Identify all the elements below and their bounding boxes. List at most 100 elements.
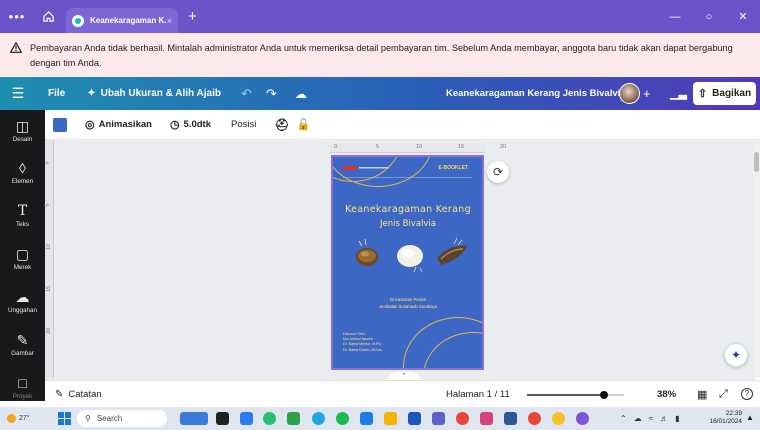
- layout-icon: ◫: [15, 118, 30, 134]
- chrome-icon[interactable]: [552, 412, 565, 425]
- browser-tab-bar: ••• Keanekaragaman K... × + — ○ ✕: [0, 0, 760, 33]
- hamburger-menu-icon[interactable]: ☰: [0, 85, 36, 102]
- background-color-swatch[interactable]: [53, 117, 67, 132]
- weather-widget[interactable]: 27°: [7, 414, 30, 423]
- cloud-sync-icon[interactable]: ☁: [295, 87, 307, 101]
- notes-button[interactable]: ✎ Catatan: [55, 389, 102, 400]
- grid-view-icon[interactable]: ▦: [697, 388, 707, 401]
- browser-tab[interactable]: Keanekaragaman K... ×: [66, 8, 178, 33]
- taskbar-app-icon[interactable]: [180, 412, 208, 425]
- taskbar-app-icon[interactable]: [240, 412, 253, 425]
- vertical-scrollbar[interactable]: [753, 140, 760, 378]
- context-toolbar: ◎ Animasikan ◷ 5.0dtk Posisi ⛑ 🔓: [45, 110, 760, 140]
- share-label: Bagikan: [712, 88, 752, 99]
- text-icon: T: [17, 203, 28, 219]
- fullscreen-icon[interactable]: ⤢: [719, 388, 728, 401]
- sidebar-item-uploads[interactable]: ☁ Unggahan: [0, 289, 45, 314]
- zoom-slider-fill: [527, 394, 605, 396]
- window-controls: — ○ ✕: [658, 0, 760, 33]
- taskbar-app-icon[interactable]: [216, 412, 229, 425]
- zoom-level[interactable]: 38%: [657, 389, 676, 400]
- zoom-slider[interactable]: [527, 391, 624, 399]
- avatar[interactable]: [619, 83, 640, 104]
- chrome-icon[interactable]: [456, 412, 469, 425]
- upload-icon: ☁: [15, 289, 30, 305]
- chrome-icon[interactable]: [528, 412, 541, 425]
- tab-title: Keanekaragaman K...: [90, 16, 167, 25]
- cover-title-line2: Jenis Bivalvia: [379, 219, 436, 229]
- sidebar-item-projects[interactable]: □ Proyek: [0, 375, 45, 400]
- taskbar-app-icon[interactable]: [287, 412, 300, 425]
- redo-icon[interactable]: ↷: [266, 86, 277, 102]
- warning-text: Pembayaran Anda tidak berhasil. Mintalah…: [30, 43, 733, 68]
- close-window-icon[interactable]: ✕: [726, 10, 760, 23]
- home-icon[interactable]: [34, 0, 62, 33]
- new-tab-button[interactable]: +: [188, 8, 197, 25]
- maximize-icon[interactable]: ○: [692, 11, 726, 23]
- taskbar-search[interactable]: ⚲ Search: [77, 410, 167, 427]
- page-indicator[interactable]: Halaman 1 / 11: [446, 389, 510, 400]
- sidebar-item-draw[interactable]: ✎ Gambar: [0, 332, 45, 357]
- paint-roller-icon[interactable]: ⛑: [274, 118, 289, 132]
- document-title[interactable]: Keanekaragaman Kerang Jenis Bivalvia: [446, 88, 626, 99]
- canva-favicon-icon: [72, 14, 84, 27]
- wifi-icon[interactable]: ≈: [649, 414, 653, 423]
- file-explorer-icon[interactable]: [384, 412, 397, 425]
- search-icon: ⚲: [85, 414, 91, 423]
- battery-icon[interactable]: ▮: [675, 414, 679, 423]
- file-menu-button[interactable]: File: [48, 88, 65, 99]
- zoom-slider-handle[interactable]: [600, 391, 609, 399]
- cloud-icon[interactable]: ☁: [634, 414, 642, 423]
- whatsapp-icon[interactable]: [263, 412, 276, 425]
- canva-icon[interactable]: [576, 412, 589, 425]
- resize-button[interactable]: ✦ Ubah Ukuran & Alih Ajaib: [87, 88, 221, 99]
- lock-icon[interactable]: 🔓: [297, 118, 311, 131]
- chevron-up-icon[interactable]: ⌃: [620, 414, 627, 423]
- taskbar-app-icon[interactable]: [480, 412, 493, 425]
- cover-title: Keanekaragaman Kerang: [345, 204, 471, 215]
- minimize-icon[interactable]: —: [658, 11, 692, 23]
- taskbar-app-icon[interactable]: [432, 412, 445, 425]
- magic-assistant-icon[interactable]: ✦: [724, 343, 748, 367]
- windows-taskbar: 27° ⚲ Search ⌃ ☁ ≈ ♬ ▮ 22:39 16/01/2024 …: [0, 407, 760, 430]
- sidebar-item-design[interactable]: ◫ Desain: [0, 118, 45, 143]
- payment-warning-banner: Pembayaran Anda tidak berhasil. Mintalah…: [0, 33, 760, 77]
- resize-label: Ubah Ukuran & Alih Ajaib: [100, 88, 222, 99]
- volume-icon[interactable]: ♬: [660, 414, 668, 423]
- draw-icon: ✎: [16, 332, 29, 348]
- taskbar-app-icon[interactable]: [360, 412, 373, 425]
- sidebar-item-elements[interactable]: ◊ Elemen: [0, 160, 45, 185]
- taskbar-app-icon[interactable]: [408, 412, 421, 425]
- cover-subtitle-line2: Jembatan Suramadu Surabaya: [379, 304, 437, 309]
- vertical-ruler: 0 5 10 15 20: [44, 140, 54, 378]
- help-icon[interactable]: ?: [741, 388, 753, 400]
- editor-bottom-bar: ✎ Catatan Halaman 1 / 11 38% ▦ ⤢ ?: [45, 380, 760, 407]
- animate-button[interactable]: ◎ Animasikan: [85, 118, 152, 131]
- system-tray: ⌃ ☁ ≈ ♬ ▮: [620, 407, 687, 430]
- browser-menu-button[interactable]: •••: [0, 9, 34, 24]
- edge-icon[interactable]: [312, 412, 325, 425]
- share-button[interactable]: ⇧ Bagikan: [693, 82, 756, 105]
- brand-icon: ▢: [15, 246, 30, 262]
- spotify-icon[interactable]: [336, 412, 349, 425]
- undo-icon[interactable]: ↶: [241, 86, 252, 102]
- warning-icon: [10, 42, 22, 53]
- animate-icon: ◎: [85, 119, 95, 131]
- duration-button[interactable]: ◷ 5.0dtk: [170, 118, 211, 131]
- notes-icon: ✎: [55, 388, 64, 400]
- design-page[interactable]: E-BOOKLET Keanekaragaman Kerang Jenis Bi…: [331, 155, 484, 370]
- sidebar-item-brand[interactable]: ▢ Merek: [0, 246, 45, 271]
- scrollbar-thumb[interactable]: [754, 152, 759, 172]
- notification-bell-icon[interactable]: ▲: [746, 413, 754, 422]
- refresh-icon[interactable]: ⟳: [487, 161, 509, 183]
- system-clock[interactable]: 22:39 16/01/2024: [700, 410, 742, 426]
- left-sidebar: ◫ Desain ◊ Elemen T Teks ▢ Merek ☁ Ungga…: [0, 110, 45, 401]
- insights-icon[interactable]: ▁▃: [670, 87, 687, 100]
- position-button[interactable]: Posisi: [231, 119, 256, 130]
- tab-close-icon[interactable]: ×: [167, 16, 172, 26]
- windows-start-icon[interactable]: [58, 412, 71, 425]
- share-upload-icon: ⇧: [697, 88, 708, 100]
- sidebar-item-text[interactable]: T Teks: [0, 203, 45, 228]
- add-member-icon[interactable]: +: [643, 86, 651, 101]
- word-icon[interactable]: [504, 412, 517, 425]
